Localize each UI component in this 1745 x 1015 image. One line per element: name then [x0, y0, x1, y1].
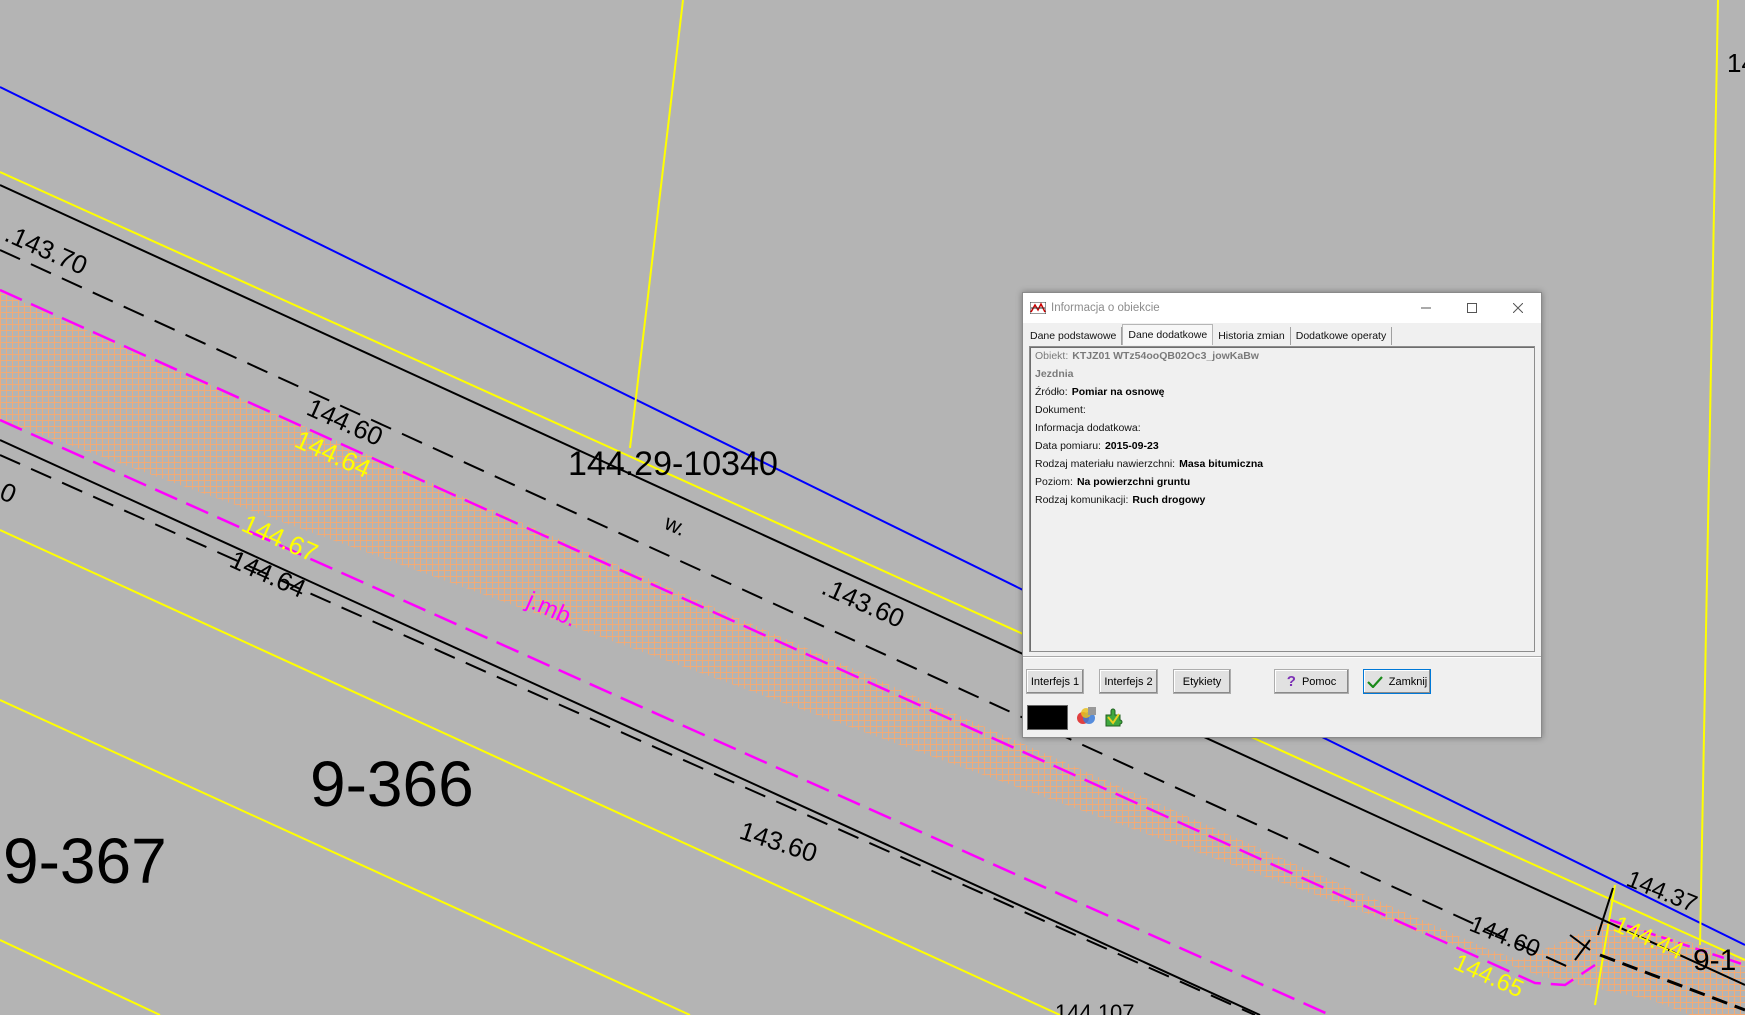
- help-button-label: Pomoc: [1301, 675, 1337, 688]
- tab-dane-podstawowe[interactable]: Dane podstawowe: [1025, 327, 1123, 345]
- checkmark-icon: [1366, 675, 1383, 688]
- button-row: Interfejs 1 Interfejs 2 Etykiety ? Pomoc…: [1023, 666, 1541, 706]
- close-icon: [1513, 303, 1523, 313]
- dokument-row: Dokument:: [1035, 404, 1086, 416]
- poziom-row: Poziom: Na powierzchni gruntu: [1035, 476, 1190, 488]
- close-button[interactable]: [1495, 293, 1541, 323]
- data-label: Data pomiaru:: [1035, 440, 1101, 452]
- palette-icon[interactable]: [1075, 707, 1097, 727]
- obiekt-value: KTJZ01 WTz54ooQB02Oc3_jowKaBw: [1072, 350, 1259, 362]
- info-label: Informacja dodatkowa:: [1035, 422, 1141, 434]
- material-label: Rodzaj materiału nawierzchni:: [1035, 458, 1176, 470]
- puzzle-icon[interactable]: [1103, 707, 1125, 727]
- separator: [1023, 656, 1541, 658]
- material-row: Rodzaj materiału nawierzchni: Masa bitumi…: [1035, 458, 1263, 470]
- maximize-button[interactable]: [1449, 293, 1495, 323]
- dialog-title: Informacja o obiekcie: [1051, 302, 1160, 314]
- object-info-dialog: Informacja o obiekcie Dane podstawowe Da…: [1022, 292, 1542, 738]
- data-row: Data pomiaru: 2015-09-23: [1035, 440, 1159, 452]
- maximize-icon: [1467, 303, 1477, 313]
- question-icon: ?: [1286, 673, 1296, 690]
- bottom-partial-label: 144.107: [1055, 1000, 1135, 1015]
- obiekt-row: Obiekt: KTJZ01 WTz54ooQB02Oc3_jowKaBw: [1035, 350, 1259, 362]
- parcel-label: 9-366: [310, 748, 474, 820]
- interfejs2-button[interactable]: Interfejs 2: [1099, 669, 1158, 694]
- yellow-vertical-1: [629, 0, 684, 449]
- top-right-partial-label: 14: [1727, 48, 1745, 78]
- data-value: 2015-09-23: [1104, 440, 1159, 452]
- yellow-vertical-2: [1699, 0, 1719, 946]
- zrodlo-label: Źródło:: [1035, 386, 1068, 398]
- yellow-line-4: [0, 939, 161, 1015]
- material-value: Masa bitumiczna: [1179, 458, 1264, 470]
- dokument-label: Dokument:: [1035, 404, 1086, 416]
- minimize-icon: [1421, 307, 1431, 309]
- title-bar[interactable]: Informacja o obiekcie: [1023, 293, 1541, 323]
- zrodlo-value: Pomiar na osnowę: [1071, 386, 1165, 398]
- komunikacja-label: Rodzaj komunikacji:: [1035, 494, 1129, 506]
- parcel-label: 9-1: [1693, 944, 1736, 977]
- close-dialog-label: Zamknij: [1388, 675, 1428, 688]
- obiekt-label: Obiekt:: [1035, 350, 1069, 362]
- w-label: w.: [660, 509, 690, 541]
- help-button[interactable]: ? Pomoc: [1274, 669, 1349, 694]
- edge-label: 0: [0, 476, 21, 509]
- poziom-value: Na powierzchni gruntu: [1076, 476, 1191, 488]
- type-row: Jezdnia: [1035, 368, 1074, 380]
- info-row: Informacja dodatkowa:: [1035, 422, 1141, 434]
- color-swatch[interactable]: [1027, 705, 1068, 730]
- tab-dane-dodatkowe[interactable]: Dane dodatkowe: [1122, 324, 1214, 345]
- tab-dodatkowe-operaty[interactable]: Dodatkowe operaty: [1291, 327, 1393, 345]
- poziom-label: Poziom:: [1035, 476, 1073, 488]
- parcel-label: 9-367: [3, 825, 167, 897]
- info-content-panel[interactable]: Obiekt: KTJZ01 WTz54ooQB02Oc3_jowKaBw Jez…: [1029, 346, 1535, 652]
- komunikacja-row: Rodzaj komunikacji: Ruch drogowy: [1035, 494, 1205, 506]
- etykiety-button[interactable]: Etykiety: [1173, 669, 1231, 694]
- tab-historia-zmian[interactable]: Historia zmian: [1213, 327, 1291, 345]
- elev-label: 143.60: [736, 815, 821, 868]
- point-id-label: 144.29-10340: [568, 445, 778, 483]
- interfejs1-button[interactable]: Interfejs 1: [1026, 669, 1084, 694]
- app-icon: [1030, 302, 1046, 314]
- tab-strip: Dane podstawowe Dane dodatkowe Historia …: [1025, 323, 1393, 345]
- zrodlo-row: Źródło: Pomiar na osnowę: [1035, 386, 1164, 398]
- close-dialog-button[interactable]: Zamknij: [1363, 669, 1431, 694]
- komunikacja-value: Ruch drogowy: [1132, 494, 1206, 506]
- object-type: Jezdnia: [1035, 368, 1074, 380]
- minimize-button[interactable]: [1403, 293, 1449, 323]
